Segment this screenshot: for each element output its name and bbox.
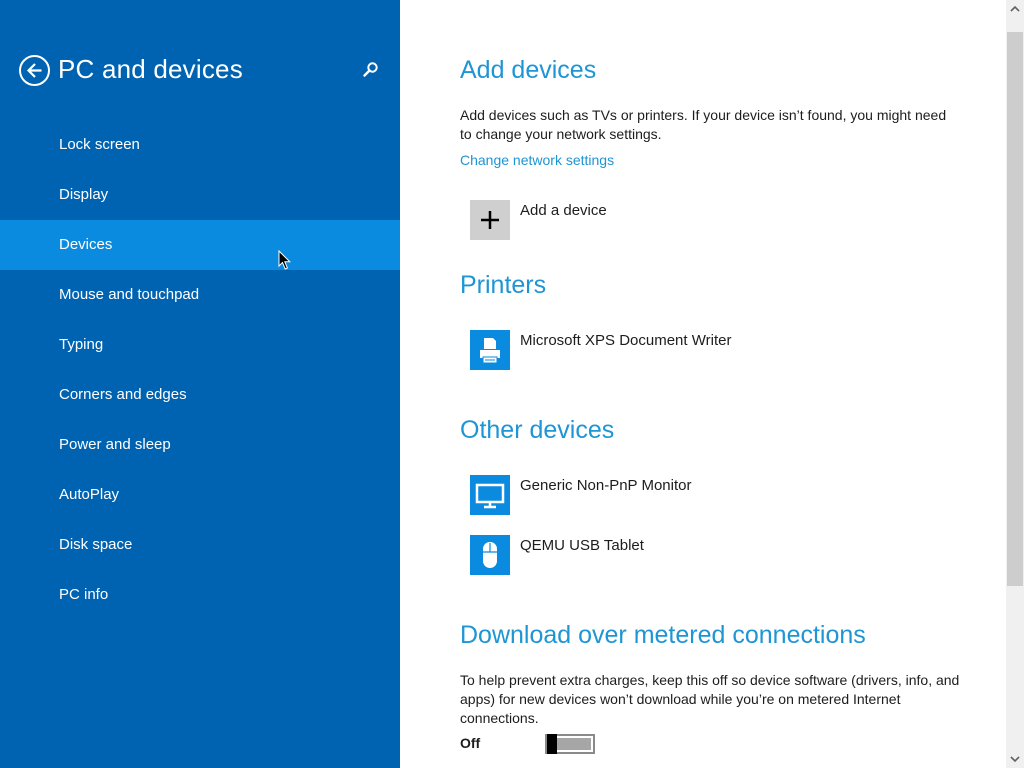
sidebar-item-typing[interactable]: Typing: [0, 320, 400, 370]
device-item-xps-writer[interactable]: Microsoft XPS Document Writer: [470, 330, 770, 370]
main-content: Add devices Add devices such as TVs or p…: [400, 0, 1006, 768]
change-network-settings-link[interactable]: Change network settings: [460, 152, 614, 168]
add-devices-description: Add devices such as TVs or printers. If …: [460, 107, 947, 142]
vertical-scrollbar[interactable]: [1006, 0, 1024, 768]
sidebar-item-power-and-sleep[interactable]: Power and sleep: [0, 420, 400, 470]
device-label: QEMU USB Tablet: [520, 537, 644, 554]
device-item-monitor[interactable]: Generic Non-PnP Monitor: [470, 475, 770, 515]
sidebar-item-corners-and-edges[interactable]: Corners and edges: [0, 370, 400, 420]
scroll-down-button[interactable]: [1006, 750, 1024, 768]
device-label: Microsoft XPS Document Writer: [520, 332, 732, 349]
add-icon: [470, 200, 510, 240]
add-device-button[interactable]: Add a device: [470, 200, 670, 240]
sidebar-item-devices[interactable]: Devices: [0, 220, 400, 270]
sidebar-item-lock-screen[interactable]: Lock screen: [0, 120, 400, 170]
metered-toggle[interactable]: [545, 734, 595, 754]
add-device-label: Add a device: [520, 202, 607, 219]
sidebar: PC and devices Lock screen Display Devic…: [0, 0, 400, 768]
metered-description: To help prevent extra charges, keep this…: [460, 672, 960, 726]
sidebar-item-mouse-and-touchpad[interactable]: Mouse and touchpad: [0, 270, 400, 320]
back-arrow-icon: [26, 63, 42, 78]
sidebar-item-autoplay[interactable]: AutoPlay: [0, 470, 400, 520]
mouse-icon: [470, 535, 510, 575]
scroll-up-button[interactable]: [1006, 0, 1024, 18]
search-button[interactable]: [362, 61, 380, 79]
page-title: PC and devices: [58, 54, 243, 84]
sidebar-item-pc-info[interactable]: PC info: [0, 570, 400, 620]
device-label: Generic Non-PnP Monitor: [520, 477, 692, 494]
scroll-thumb[interactable]: [1007, 32, 1023, 586]
device-item-usb-tablet[interactable]: QEMU USB Tablet: [470, 535, 770, 575]
printers-heading: Printers: [460, 271, 547, 299]
toggle-track: [557, 738, 591, 750]
sidebar-item-disk-space[interactable]: Disk space: [0, 520, 400, 570]
add-devices-heading: Add devices: [460, 56, 597, 84]
other-devices-heading: Other devices: [460, 416, 615, 444]
printer-icon: [470, 330, 510, 370]
toggle-state-label: Off: [460, 735, 481, 751]
mouse-pointer-icon: [278, 250, 292, 270]
search-icon: [363, 62, 378, 77]
back-button[interactable]: [19, 55, 50, 86]
metered-heading: Download over metered connections: [460, 621, 866, 649]
sidebar-nav: Lock screen Display Devices Mouse and to…: [0, 120, 400, 620]
toggle-thumb[interactable]: [547, 734, 557, 754]
monitor-icon: [470, 475, 510, 515]
chevron-up-icon: [1010, 5, 1020, 12]
sidebar-item-display[interactable]: Display: [0, 170, 400, 220]
chevron-down-icon: [1010, 756, 1020, 763]
